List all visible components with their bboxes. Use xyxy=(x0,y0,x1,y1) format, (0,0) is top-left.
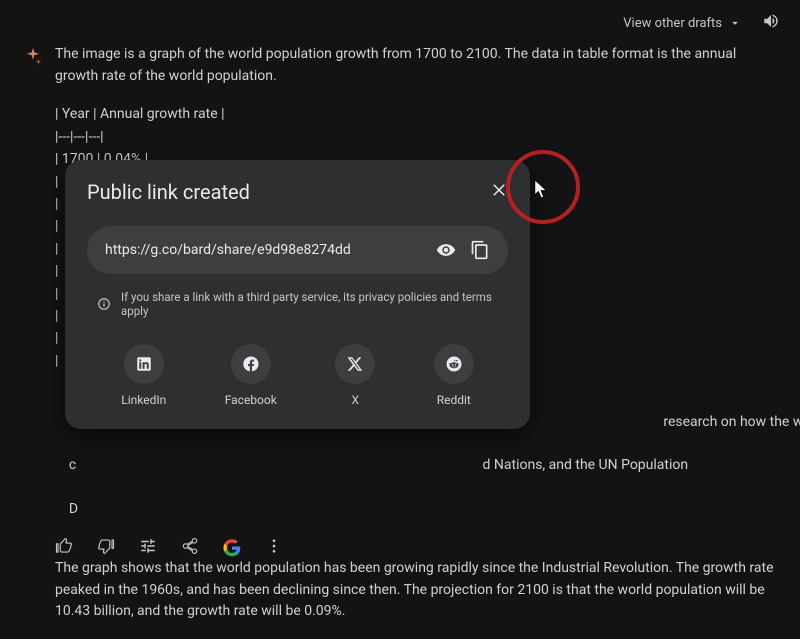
preview-button[interactable] xyxy=(436,240,456,260)
tune-button[interactable] xyxy=(139,537,157,559)
google-icon[interactable] xyxy=(223,539,241,557)
privacy-notice-text: If you share a link with a third party s… xyxy=(121,290,508,318)
privacy-notice-row: If you share a link with a third party s… xyxy=(87,290,508,318)
facebook-label: Facebook xyxy=(225,393,277,407)
x-icon xyxy=(346,355,364,373)
share-linkedin-button[interactable]: LinkedIn xyxy=(121,344,166,407)
ai-sparkle-icon xyxy=(22,46,44,68)
thumbs-down-button[interactable] xyxy=(97,537,115,559)
view-drafts-button[interactable]: View other drafts xyxy=(623,16,742,31)
response-paragraph-3: The graph shows that the world populatio… xyxy=(55,558,775,623)
linkedin-icon xyxy=(135,355,153,373)
thumbs-up-button[interactable] xyxy=(55,537,73,559)
facebook-icon xyxy=(242,355,260,373)
drafts-label: View other drafts xyxy=(623,16,722,31)
share-button[interactable] xyxy=(181,537,199,559)
share-reddit-button[interactable]: Reddit xyxy=(434,344,474,407)
speaker-icon[interactable] xyxy=(762,12,780,34)
reddit-icon xyxy=(445,355,463,373)
more-button[interactable] xyxy=(265,537,283,559)
close-button[interactable] xyxy=(490,181,508,203)
share-url-text: https://g.co/bard/share/e9d98e8274dd xyxy=(105,242,422,258)
share-link-modal: Public link created https://g.co/bard/sh… xyxy=(65,160,530,429)
linkedin-label: LinkedIn xyxy=(121,393,166,407)
chevron-down-icon xyxy=(728,16,742,30)
share-facebook-button[interactable]: Facebook xyxy=(225,344,277,407)
reddit-label: Reddit xyxy=(437,393,471,407)
modal-title: Public link created xyxy=(87,180,250,204)
info-icon xyxy=(97,297,111,311)
share-url-row: https://g.co/bard/share/e9d98e8274dd xyxy=(87,226,508,274)
share-x-button[interactable]: X xyxy=(335,344,375,407)
response-paragraph-1: The image is a graph of the world popula… xyxy=(55,44,775,87)
copy-button[interactable] xyxy=(470,240,490,260)
x-label: X xyxy=(352,393,360,407)
